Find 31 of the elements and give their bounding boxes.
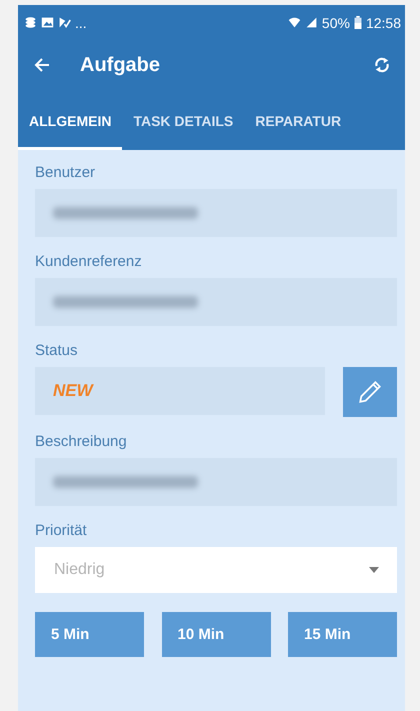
priority-dropdown[interactable]: Niedrig [35,547,397,593]
image-icon [41,16,54,29]
battery-percent: 50% [322,14,350,30]
tab[interactable]: REPARATUR [244,90,352,150]
more-notifications: ... [75,14,87,30]
time-button[interactable]: 15 Min [288,612,397,657]
clock: 12:58 [366,14,401,30]
field-label: Priorität [35,522,88,539]
text-field[interactable] [35,189,397,237]
stack-icon [24,16,37,29]
edit-button[interactable] [343,367,397,417]
battery-icon [354,16,362,29]
time-button[interactable]: 5 Min [35,612,144,657]
pencil-icon [357,379,383,405]
field-label: Status [35,342,79,359]
tab[interactable]: ALLGEMEIN [18,90,122,150]
text-field[interactable] [35,278,397,326]
text-field[interactable] [35,458,397,506]
field-label: Benutzer [35,164,96,181]
dropdown-caret-icon [369,567,379,573]
screen-title: Aufgabe [80,54,161,76]
status-value: NEW [53,381,93,401]
status-field[interactable]: NEW [35,367,325,415]
field-label: Beschreibung [35,433,128,450]
field-label: Kundenreferenz [35,253,143,270]
checklist-icon [58,16,71,29]
wifi-icon [288,16,301,29]
time-button[interactable]: 10 Min [162,612,270,657]
signal-icon [304,16,318,29]
tab[interactable]: TASK DETAILS [122,90,244,150]
sync-icon [373,56,391,74]
